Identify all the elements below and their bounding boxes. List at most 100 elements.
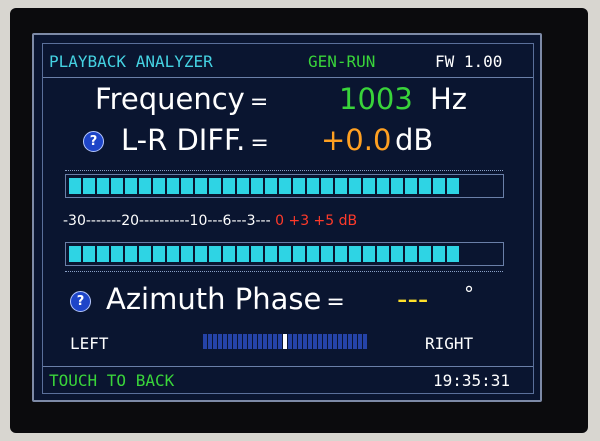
- azimuth-bar-segment: [278, 334, 282, 349]
- azimuth-indicator: [283, 334, 287, 349]
- lr-diff-label: L-R DIFF.: [121, 123, 246, 157]
- right-meter-segment: [167, 246, 179, 262]
- right-meter-segment: [265, 246, 277, 262]
- meter-bottom-rule: [65, 271, 503, 272]
- azimuth-right-label: RIGHT: [425, 334, 474, 353]
- azimuth-help-icon[interactable]: ?: [70, 291, 91, 312]
- azimuth-bar-segment: [228, 334, 232, 349]
- right-meter-segment: [153, 246, 165, 262]
- left-meter-segment: [363, 178, 375, 194]
- lr-diff-value: +0.0: [321, 123, 392, 157]
- azimuth-equals: =: [326, 290, 345, 315]
- lr-diff-help-icon[interactable]: ?: [83, 131, 104, 152]
- right-meter-segment: [111, 246, 123, 262]
- right-meter-segment: [139, 246, 151, 262]
- lr-diff-equals: =: [250, 131, 269, 156]
- lr-diff-unit: dB: [395, 123, 434, 157]
- right-meter-segment: [405, 246, 417, 262]
- right-meter-segment: [307, 246, 319, 262]
- meter-scale-db-marks: -30-------20----------10---6---3---: [63, 213, 271, 229]
- azimuth-bar-segment: [203, 334, 207, 349]
- left-meter-segment: [279, 178, 291, 194]
- azimuth-bar-segment: [248, 334, 252, 349]
- left-meter-segment: [83, 178, 95, 194]
- footer-divider: [43, 366, 533, 367]
- app-title: PLAYBACK ANALYZER: [49, 52, 213, 71]
- left-meter-segment: [209, 178, 221, 194]
- frequency-label: Frequency: [95, 82, 245, 116]
- azimuth-bar-segment: [303, 334, 307, 349]
- right-meter-segment: [69, 246, 81, 262]
- azimuth-bar-segment: [358, 334, 362, 349]
- left-meter-segment: [293, 178, 305, 194]
- left-meter-segment: [419, 178, 431, 194]
- left-meter-segment: [223, 178, 235, 194]
- right-meter-segment: [181, 246, 193, 262]
- left-meter-segment: [97, 178, 109, 194]
- meter-top-rule: [65, 170, 503, 171]
- azimuth-bar-segment: [208, 334, 212, 349]
- azimuth-bar-segment: [308, 334, 312, 349]
- azimuth-bar-segment: [213, 334, 217, 349]
- right-meter-segment: [321, 246, 333, 262]
- azimuth-bar-segment: [268, 334, 272, 349]
- azimuth-bar-segment: [328, 334, 332, 349]
- right-meter-segment: [391, 246, 403, 262]
- azimuth-bar-segment: [343, 334, 347, 349]
- azimuth-left-label: LEFT: [70, 334, 109, 353]
- right-meter-segment: [447, 246, 459, 262]
- left-meter-segment: [377, 178, 389, 194]
- right-meter-segment: [209, 246, 221, 262]
- lr-diff-row: L-R DIFF. =: [121, 123, 269, 157]
- right-meter-segment: [433, 246, 445, 262]
- right-meter-segment: [335, 246, 347, 262]
- azimuth-bar-segment: [338, 334, 342, 349]
- right-meter-segment: [251, 246, 263, 262]
- left-meter-segment: [251, 178, 263, 194]
- frequency-row: Frequency =: [95, 82, 268, 116]
- right-meter-segment: [125, 246, 137, 262]
- left-meter-segment: [335, 178, 347, 194]
- right-meter-segment: [83, 246, 95, 262]
- left-meter-segment: [195, 178, 207, 194]
- azimuth-row: Azimuth Phase =: [106, 282, 345, 316]
- frequency-value: 1003: [339, 82, 413, 116]
- azimuth-bar-segment: [273, 334, 277, 349]
- screen-frame: PLAYBACK ANALYZER GEN-RUN FW 1.00 Freque…: [42, 43, 534, 394]
- lcd-screen[interactable]: PLAYBACK ANALYZER GEN-RUN FW 1.00 Freque…: [32, 33, 542, 402]
- azimuth-bar-segment: [263, 334, 267, 349]
- left-meter-segment: [349, 178, 361, 194]
- azimuth-bar-segment: [218, 334, 222, 349]
- left-meter-segment: [153, 178, 165, 194]
- left-meter-segment: [307, 178, 319, 194]
- right-meter-segment: [293, 246, 305, 262]
- left-meter-segment: [433, 178, 445, 194]
- left-meter-segment: [167, 178, 179, 194]
- azimuth-label: Azimuth Phase: [106, 282, 322, 316]
- azimuth-bar-segment: [223, 334, 227, 349]
- left-meter-segment: [391, 178, 403, 194]
- azimuth-bar-segment: [318, 334, 322, 349]
- mode-status: GEN-RUN: [308, 52, 376, 71]
- azimuth-bar-segment: [293, 334, 297, 349]
- left-meter-segment: [181, 178, 193, 194]
- firmware-version: FW 1.00: [435, 52, 503, 71]
- azimuth-bar-segment: [363, 334, 367, 349]
- azimuth-bar-segment: [288, 334, 292, 349]
- left-meter-segment: [447, 178, 459, 194]
- azimuth-bar-segment: [323, 334, 327, 349]
- azimuth-bar-segment: [353, 334, 357, 349]
- right-meter-segment: [363, 246, 375, 262]
- azimuth-bar-segment: [348, 334, 352, 349]
- azimuth-bar-segment: [313, 334, 317, 349]
- touch-to-back-button[interactable]: TOUCH TO BACK: [49, 371, 174, 390]
- header-divider: [43, 77, 533, 78]
- right-meter-segment: [195, 246, 207, 262]
- azimuth-bar-segment: [243, 334, 247, 349]
- right-meter-segment: [419, 246, 431, 262]
- left-meter-segment: [125, 178, 137, 194]
- azimuth-phase-bar: [203, 334, 367, 349]
- azimuth-bar-segment: [233, 334, 237, 349]
- left-meter-segment: [405, 178, 417, 194]
- clock-time: 19:35:31: [433, 371, 511, 390]
